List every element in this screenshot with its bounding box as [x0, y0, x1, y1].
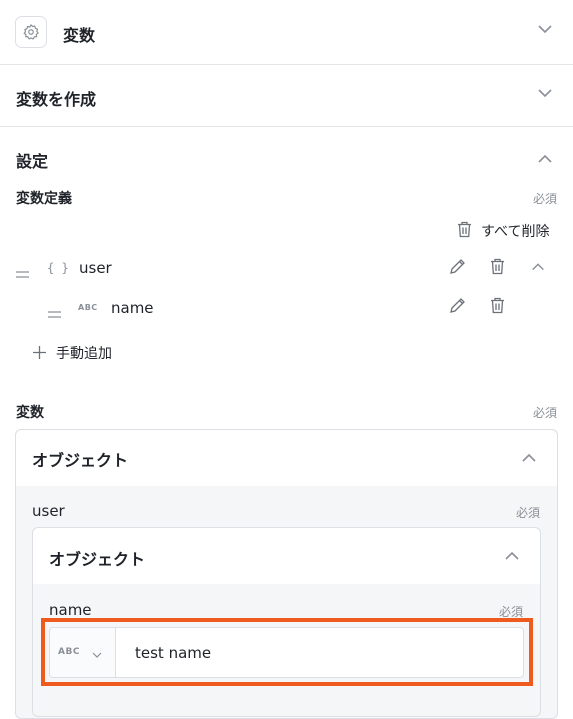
chevron-up-icon[interactable] — [520, 449, 538, 467]
drag-handle-icon[interactable] — [48, 304, 61, 323]
variable-name-name: name — [111, 299, 154, 317]
delete-icon[interactable] — [490, 258, 505, 275]
string-type-icon: ABC — [78, 303, 98, 312]
delete-all-button[interactable]: すべて削除 — [481, 221, 549, 241]
edit-icon[interactable] — [449, 297, 466, 314]
chevron-down-icon[interactable] — [536, 20, 554, 38]
section-title-variables: 変数 — [63, 26, 96, 45]
object-type-icon: { } — [47, 261, 69, 275]
section-title-settings: 設定 — [16, 152, 49, 171]
field-label-user: user — [32, 502, 65, 520]
plus-icon[interactable] — [33, 344, 46, 363]
section-title-create-variable: 変数を作成 — [16, 90, 97, 109]
highlight-frame — [41, 618, 533, 686]
chevron-up-icon[interactable] — [503, 547, 521, 565]
delete-all-icon[interactable] — [457, 221, 472, 238]
gear-icon-box — [15, 16, 47, 48]
required-badge: 必須 — [533, 406, 558, 420]
edit-icon[interactable] — [449, 258, 466, 275]
chevron-up-icon[interactable] — [530, 259, 546, 275]
definition-label: 変数定義 — [16, 191, 72, 207]
divider — [0, 126, 573, 127]
drag-handle-icon[interactable] — [16, 264, 29, 283]
field-label-name: name — [49, 601, 92, 619]
chevron-up-icon[interactable] — [536, 150, 554, 168]
delete-icon[interactable] — [490, 297, 505, 314]
gear-icon — [23, 24, 39, 40]
variable-name-user: user — [79, 259, 112, 277]
add-manual-button[interactable]: 手動追加 — [56, 343, 112, 363]
required-badge: 必須 — [516, 506, 541, 520]
divider — [0, 64, 573, 65]
object-card-title: オブジェクト — [32, 451, 129, 470]
object-card-title: オブジェクト — [49, 550, 146, 569]
required-badge: 必須 — [533, 192, 558, 206]
values-label: 変数 — [16, 405, 44, 421]
chevron-down-icon[interactable] — [536, 84, 554, 102]
